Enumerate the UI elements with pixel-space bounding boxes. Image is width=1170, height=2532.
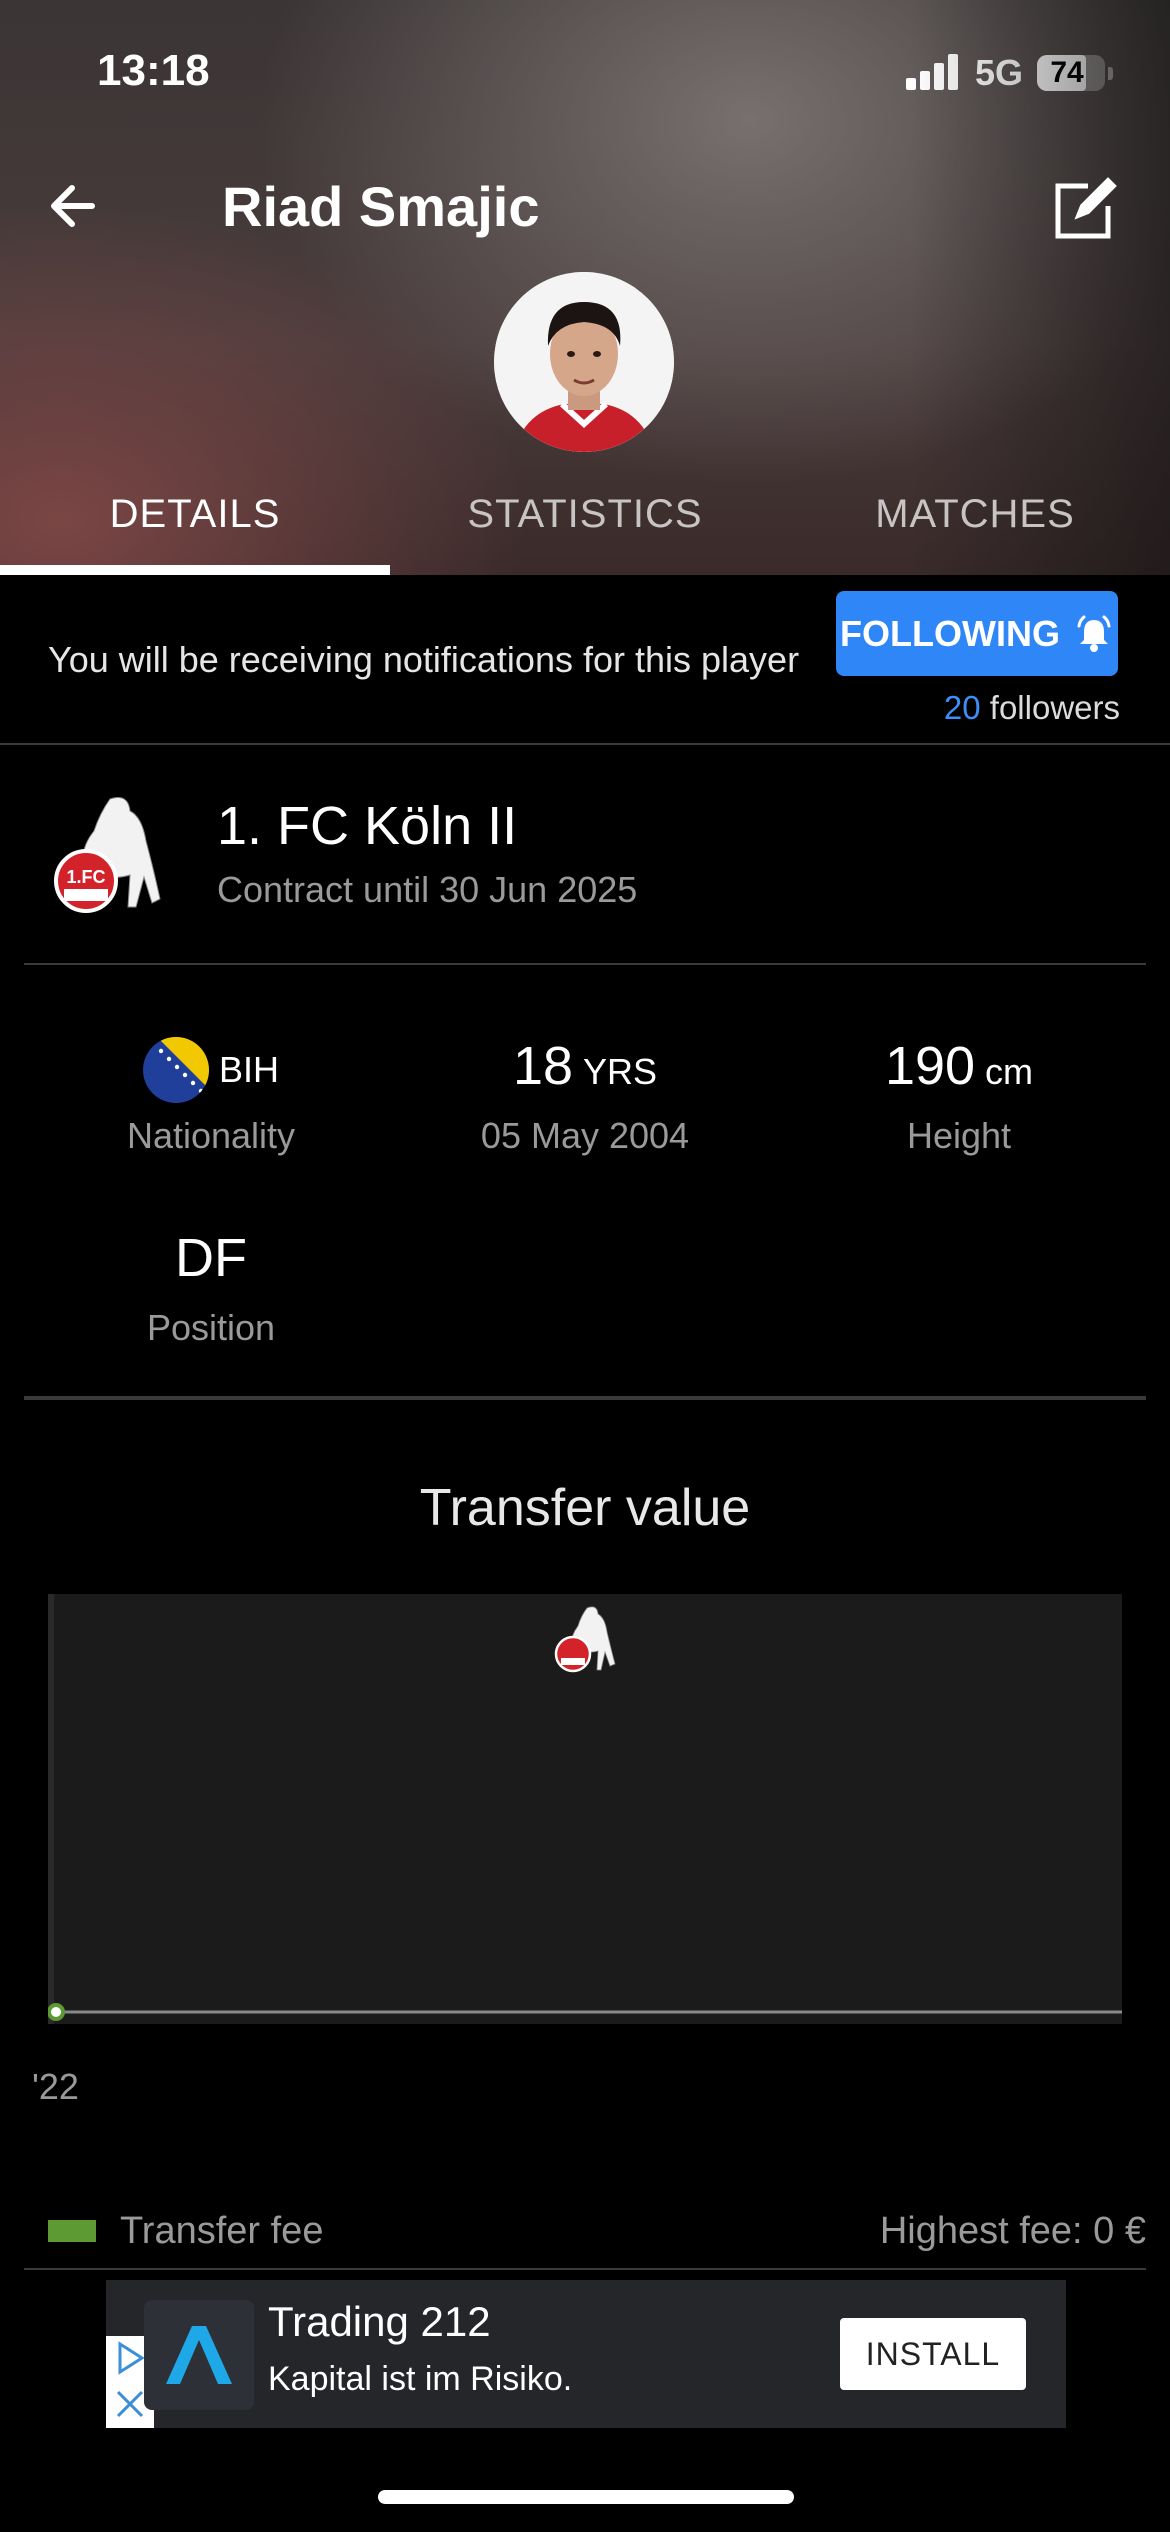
home-indicator [378, 2490, 794, 2504]
signal-icon [906, 54, 962, 90]
bosnia-flag-icon [142, 1037, 209, 1103]
battery-icon: 74 [1037, 55, 1113, 91]
ad-subtitle: Kapital ist im Risiko. [268, 2360, 573, 2398]
svg-text:1.FC: 1.FC [66, 867, 105, 887]
height-unit: cm [985, 1051, 1034, 1092]
age-cell: 18 YRS 05 May 2004 [398, 1035, 772, 1157]
contract-text: Contract until 30 Jun 2025 [217, 869, 638, 910]
bell-ringing-icon [1077, 615, 1111, 652]
tab-statistics[interactable]: STATISTICS [390, 470, 780, 575]
club-name: 1. FC Köln II [217, 796, 518, 856]
age-value: 18 [512, 1036, 574, 1096]
nationality-label: Nationality [126, 1115, 296, 1156]
nationality-code: BIH [218, 1049, 279, 1090]
player-info-grid: BIH Nationality 18 YRS 05 May 2004 190 c… [24, 965, 1146, 1400]
transfer-value-title: Transfer value [419, 1479, 751, 1537]
tab-bar: DETAILS STATISTICS MATCHES [0, 470, 1170, 575]
position-label: Position [146, 1307, 276, 1348]
club-row[interactable]: 1.FC 1. FC Köln II Contract until 30 Jun… [24, 747, 1146, 965]
status-time: 13:18 [97, 46, 210, 95]
player-name: Riad Smajic [222, 175, 540, 238]
chart-x-label: '22 [32, 2066, 79, 2107]
notification-bar: You will be receiving notifications for … [0, 575, 1170, 745]
following-button[interactable]: FOLLOWING [836, 591, 1118, 676]
birth-date: 05 May 2004 [480, 1115, 690, 1156]
battery-level: 74 [1050, 56, 1084, 89]
edit-icon [1055, 177, 1117, 239]
following-label: FOLLOWING [840, 612, 1060, 654]
height-label: Height [906, 1115, 1012, 1156]
height-cell: 190 cm Height [772, 1035, 1146, 1157]
tab-details[interactable]: DETAILS [0, 470, 390, 575]
ad-title: Trading 212 [268, 2298, 491, 2345]
active-tab-indicator [0, 565, 390, 575]
transfer-fee-swatch [48, 2220, 96, 2242]
age-unit: YRS [583, 1051, 658, 1092]
transfer-value-chart [48, 1594, 1122, 2024]
network-type: 5G [975, 52, 1024, 93]
arrow-left-icon [51, 185, 95, 227]
followers-count: 20 followers [943, 689, 1120, 726]
highest-fee: Highest fee: 0 € [879, 2210, 1146, 2252]
height-value: 190 [884, 1036, 976, 1096]
install-button[interactable]: INSTALL [840, 2318, 1026, 2390]
data-point-0-0[interactable] [48, 2003, 65, 2021]
legend-transfer-fee: Transfer fee [120, 2210, 324, 2252]
edit-button[interactable] [1048, 170, 1124, 246]
notification-text: You will be receiving notifications for … [48, 639, 800, 680]
tab-matches[interactable]: MATCHES [780, 470, 1170, 575]
club-logo-marker-icon [554, 1606, 616, 1673]
player-avatar [494, 272, 674, 452]
position-value: DF [175, 1228, 247, 1288]
nationality-cell: BIH Nationality [24, 1035, 398, 1157]
chart-legend: Transfer fee Highest fee: 0 € [24, 2190, 1146, 2270]
trading212-logo-icon [144, 2300, 254, 2410]
ad-banner[interactable]: Trading 212 Kapital ist im Risiko. INSTA… [106, 2280, 1066, 2428]
position-cell: DF Position [24, 1227, 398, 1349]
back-button[interactable] [40, 170, 112, 242]
club-logo-icon: 1.FC [50, 791, 166, 921]
transfer-chart-svg [48, 1594, 1122, 2024]
player-header: 13:18 5G 74 Riad Smajic DETAILS STATISTI… [0, 0, 1170, 575]
